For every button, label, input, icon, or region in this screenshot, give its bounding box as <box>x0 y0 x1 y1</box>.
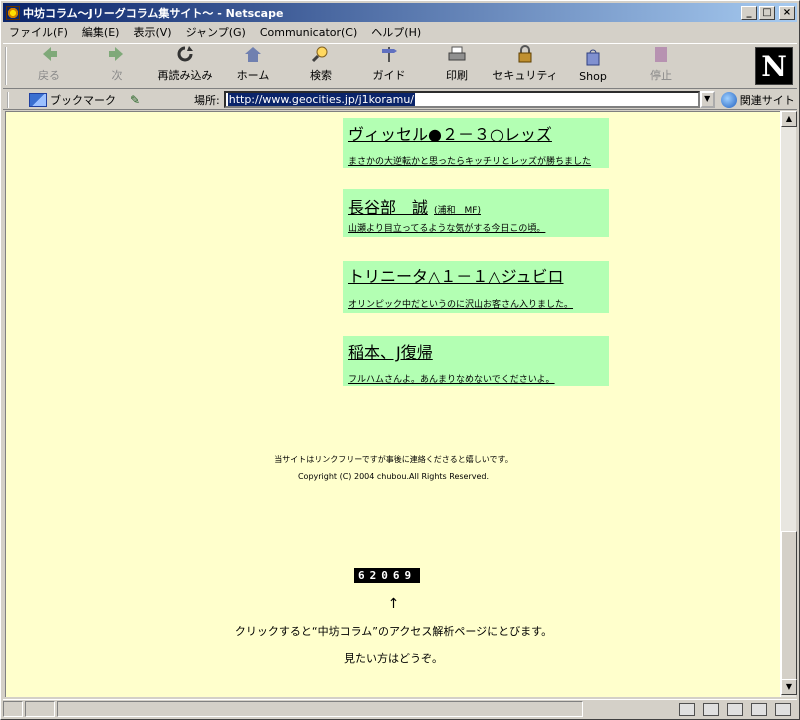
title-bar[interactable]: 中坊コラム～Jリーグコラム集サイト～ - Netscape _ □ × <box>3 3 797 22</box>
article-card: トリニータ△１－１△ジュビロ オリンピック中だというのに沢山お客さん入りました。 <box>343 261 609 313</box>
status-bar <box>3 699 797 718</box>
access-note: クリックすると“中坊コラム”のアクセス解析ページにとびます。 <box>234 625 553 638</box>
url-text: http://www.geocities.jp/j1koramu/ <box>227 93 416 106</box>
article-note: (浦和 MF) <box>434 206 481 216</box>
mail-icon[interactable] <box>703 702 719 716</box>
access-note-2: 見たい方はどうぞ。 <box>344 652 443 665</box>
address-book-icon[interactable] <box>751 702 767 716</box>
menu-help[interactable]: ヘルプ(H) <box>371 24 421 40</box>
printer-icon <box>446 44 468 64</box>
maximize-button[interactable]: □ <box>759 5 775 20</box>
bookmarks-label: ブックマーク <box>50 93 116 107</box>
netscape-app-icon[interactable] <box>6 5 20 20</box>
reload-button[interactable]: 再読み込み <box>151 44 219 88</box>
window-title: 中坊コラム～Jリーグコラム集サイト～ - Netscape <box>23 6 284 20</box>
home-label: ホーム <box>236 69 270 82</box>
menu-bar: ファイル(F) 編集(E) 表示(V) ジャンプ(G) Communicator… <box>3 23 797 41</box>
article-desc-link[interactable]: フルハムさんよ。あんまりなめないでくださいよ。 <box>348 372 555 385</box>
back-arrow-icon <box>38 44 60 64</box>
navigator-icon[interactable] <box>679 702 695 716</box>
minimize-button[interactable]: _ <box>741 5 757 20</box>
location-label: 場所: <box>194 93 220 107</box>
article-card: 稲本、J復帰 フルハムさんよ。あんまりなめないでくださいよ。 <box>343 336 609 386</box>
copyright-text: Copyright (C) 2004 chubou.All Rights Res… <box>297 472 490 481</box>
bookmarks-icon <box>29 92 47 107</box>
lock-icon <box>514 44 536 64</box>
security-button[interactable]: セキュリティ <box>491 44 559 88</box>
vertical-scrollbar[interactable]: ▲ ▼ <box>780 111 797 697</box>
back-label: 戻る <box>38 69 60 82</box>
article-card: 長谷部 誠 (浦和 MF) 山瀬より目立ってるような気がする今日この頃。 <box>343 189 609 237</box>
home-button[interactable]: ホーム <box>219 44 287 88</box>
shop-button[interactable]: Shop <box>559 44 627 88</box>
security-label: セキュリティ <box>492 69 558 82</box>
browser-window: 中坊コラム～Jリーグコラム集サイト～ - Netscape _ □ × ファイル… <box>0 0 800 720</box>
navigation-toolbar: 戻る 次 再読み込み ホーム 検索 ガイド 印刷 セキュリティ Shop 停止 … <box>3 43 797 89</box>
forward-button[interactable]: 次 <box>83 44 151 88</box>
article-title-link[interactable]: トリニータ△１－１△ジュビロ <box>348 263 564 287</box>
connection-icon[interactable] <box>25 701 55 717</box>
security-lock-icon[interactable] <box>3 701 23 717</box>
article-card: ヴィッセル●２－３○レッズ まさかの大逆転かと思ったらキッチリとレッズが勝ちまし… <box>343 118 609 168</box>
scroll-down-button[interactable]: ▼ <box>781 679 797 695</box>
guide-signpost-icon <box>378 44 400 64</box>
back-button[interactable]: 戻る <box>15 44 83 88</box>
menu-file[interactable]: ファイル(F) <box>9 24 68 40</box>
composer-icon[interactable] <box>775 702 791 716</box>
location-bar: ブックマーク ✎ 場所: http://www.geocities.jp/j1k… <box>3 90 797 110</box>
newsgroups-icon[interactable] <box>727 702 743 716</box>
related-sites-icon <box>720 91 737 108</box>
search-button[interactable]: 検索 <box>287 44 355 88</box>
page-proxy-icon[interactable]: ✎ <box>130 93 144 107</box>
toolbar-grip[interactable] <box>5 47 13 85</box>
scroll-up-button[interactable]: ▲ <box>781 111 797 127</box>
up-arrow-icon: ↑ <box>387 596 400 612</box>
search-label: 検索 <box>310 69 332 82</box>
shop-label: Shop <box>579 70 607 83</box>
related-sites-label: 関連サイト <box>739 93 795 107</box>
guide-button[interactable]: ガイド <box>355 44 423 88</box>
article-desc-link[interactable]: 山瀬より目立ってるような気がする今日この頃。 <box>348 221 545 234</box>
reload-label: 再読み込み <box>157 69 213 82</box>
url-input[interactable]: http://www.geocities.jp/j1koramu/ <box>223 91 700 108</box>
shopping-bag-icon <box>582 47 604 67</box>
article-title-link[interactable]: 長谷部 誠 (浦和 MF) <box>348 194 481 218</box>
status-text <box>57 701 583 717</box>
menu-edit[interactable]: 編集(E) <box>82 24 120 40</box>
guide-label: ガイド <box>372 69 406 82</box>
menu-view[interactable]: 表示(V) <box>133 24 171 40</box>
related-sites-button[interactable]: 関連サイト <box>720 91 795 108</box>
access-counter[interactable]: 62069 <box>354 568 421 583</box>
print-button[interactable]: 印刷 <box>423 44 491 88</box>
stop-button[interactable]: 停止 <box>627 44 695 88</box>
article-desc-link[interactable]: まさかの大逆転かと思ったらキッチリとレッズが勝ちました <box>348 154 591 167</box>
stop-icon <box>650 44 672 64</box>
stop-label: 停止 <box>650 69 672 82</box>
reload-icon <box>174 44 196 64</box>
article-desc-link[interactable]: オリンピック中だというのに沢山お客さん入りました。 <box>348 297 573 310</box>
scroll-thumb[interactable] <box>781 531 797 681</box>
location-grip[interactable] <box>7 91 15 108</box>
url-dropdown-button[interactable]: ▼ <box>699 91 715 108</box>
page-content: ヴィッセル●２－３○レッズ まさかの大逆転かと思ったらキッチリとレッズが勝ちまし… <box>5 111 780 697</box>
search-icon <box>310 44 332 64</box>
home-icon <box>242 44 264 64</box>
forward-label: 次 <box>111 69 123 82</box>
print-label: 印刷 <box>446 69 468 82</box>
menu-go[interactable]: ジャンプ(G) <box>186 24 246 40</box>
netscape-logo[interactable]: N <box>755 47 793 85</box>
article-title-link[interactable]: 稲本、J復帰 <box>348 339 433 363</box>
forward-arrow-icon <box>106 44 128 64</box>
close-button[interactable]: × <box>779 5 795 20</box>
article-title-link[interactable]: ヴィッセル●２－３○レッズ <box>348 121 552 145</box>
bookmarks-button[interactable]: ブックマーク <box>29 92 116 108</box>
link-free-notice: 当サイトはリンクフリーですが事後に連絡くださると嬉しいです。 <box>274 455 513 464</box>
menu-communicator[interactable]: Communicator(C) <box>260 26 357 39</box>
